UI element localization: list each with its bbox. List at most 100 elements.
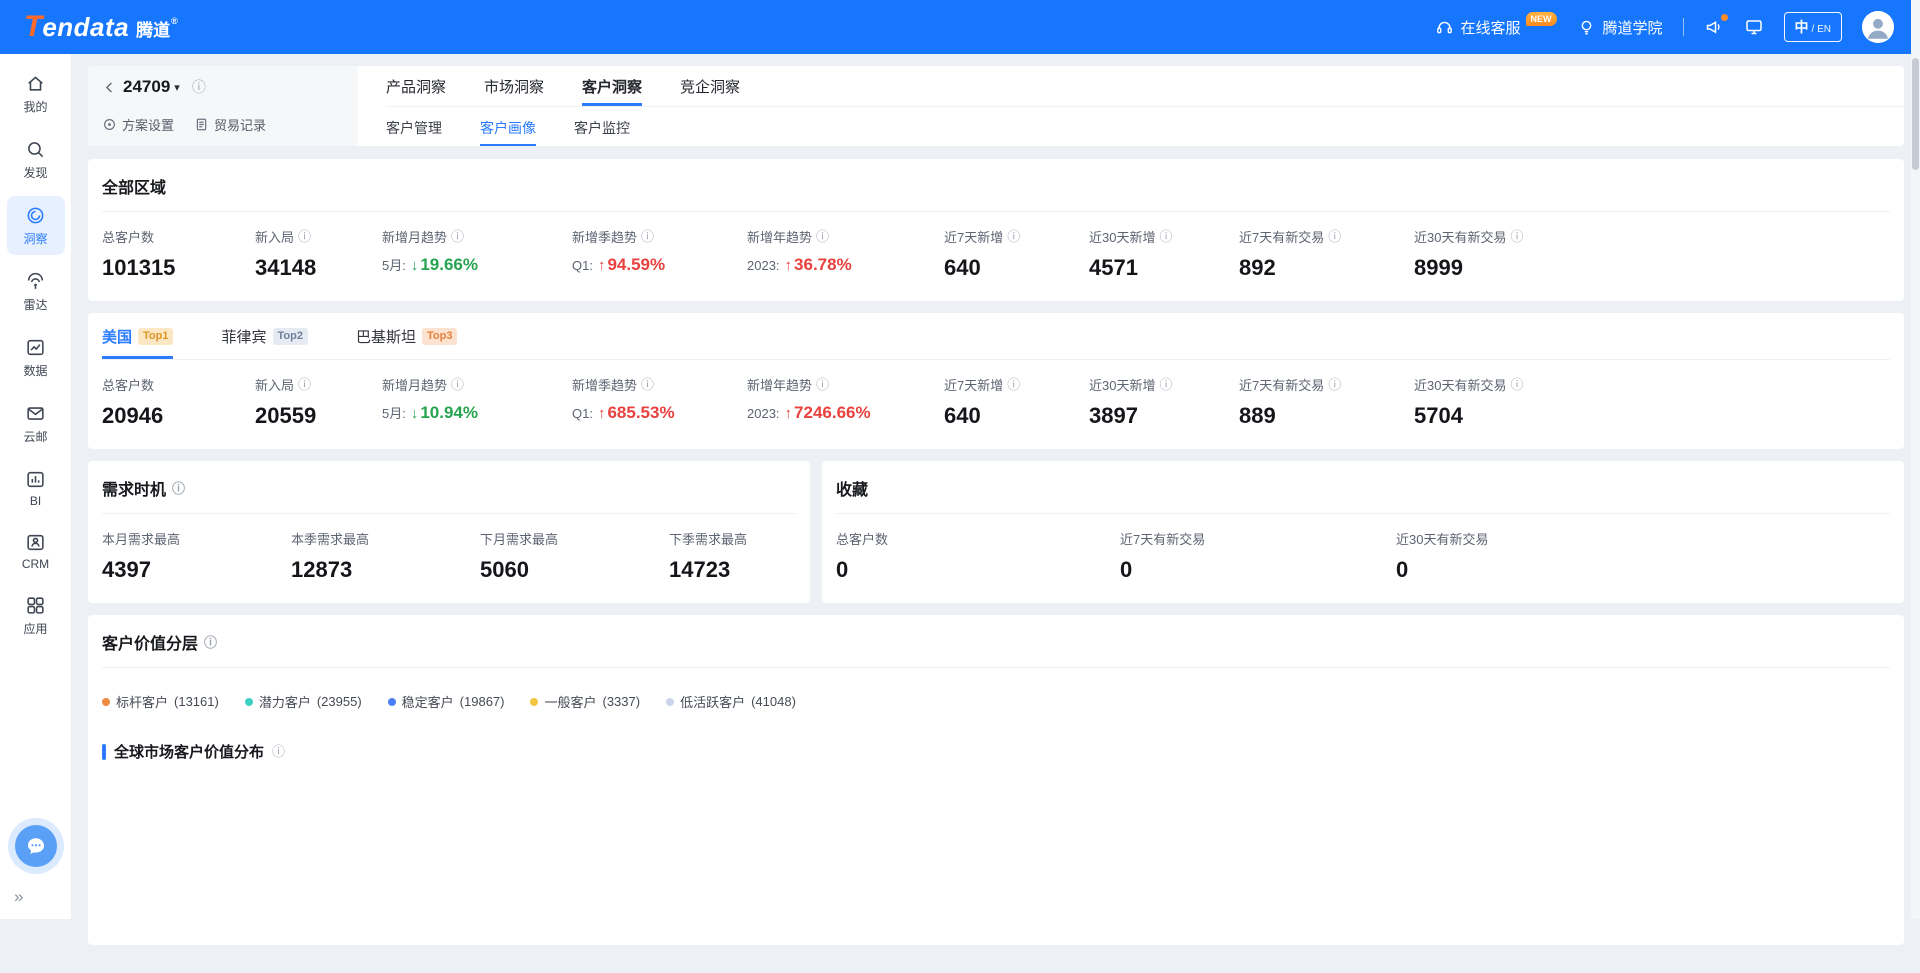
info-icon[interactable]: ⓘ <box>641 230 654 243</box>
legend-low-activity-customers[interactable]: 低活跃客户(41048) <box>666 692 796 711</box>
legend-general-customers[interactable]: 一般客户(3337) <box>530 692 640 711</box>
stat-new-7days: 近7天新增ⓘ 640 <box>944 375 1089 429</box>
stat-trades-30days: 近30天有新交易ⓘ 5704 <box>1414 375 1890 429</box>
info-icon[interactable]: ⓘ <box>1007 230 1020 243</box>
sidebar-item-apps[interactable]: 应用 <box>7 586 65 645</box>
stat-quarterly-trend: 新增季趋势ⓘ Q1:↑94.59% <box>572 227 747 281</box>
tab-customer-insight[interactable]: 客户洞察 <box>582 66 642 106</box>
stat-month-peak: 本月需求最高 4397 <box>102 529 291 583</box>
subtab-customer-monitoring[interactable]: 客户监控 <box>574 107 630 146</box>
logo-cn: 腾道® <box>136 16 178 41</box>
value-tiers-title: 客户价值分层ⓘ <box>102 615 1890 668</box>
scrollbar-track[interactable] <box>1911 0 1920 919</box>
lang-zh: 中 <box>1795 17 1809 37</box>
back-chevron-icon[interactable] <box>102 80 117 95</box>
sidebar-item-insight[interactable]: 洞察 <box>7 196 65 255</box>
subtab-customer-profile[interactable]: 客户画像 <box>480 107 536 146</box>
country-tab-pakistan[interactable]: 巴基斯坦Top3 <box>356 313 457 359</box>
online-service-label: 在线客服 <box>1461 17 1521 38</box>
stat-new-entrants: 新入局ⓘ 20559 <box>255 375 382 429</box>
info-icon[interactable]: ⓘ <box>192 80 206 94</box>
notification-icon[interactable] <box>1704 17 1724 37</box>
info-icon[interactable]: ⓘ <box>1328 378 1341 391</box>
legend-benchmark-customers[interactable]: 标杆客户(13161) <box>102 692 219 711</box>
top2-badge: Top2 <box>273 328 308 345</box>
avatar[interactable] <box>1862 11 1894 43</box>
sidebar-item-bi[interactable]: BI <box>7 460 65 516</box>
scrollbar-thumb[interactable] <box>1912 58 1919 170</box>
stat-fav-trades-7days: 近7天有新交易 0 <box>1120 529 1396 583</box>
sidebar-item-crm[interactable]: CRM <box>7 523 65 579</box>
info-icon[interactable]: ⓘ <box>298 378 311 391</box>
country-tab-philippines[interactable]: 菲律宾Top2 <box>221 313 307 359</box>
favorites-stats: 总客户数 0 近7天有新交易 0 近30天有新交易 0 <box>836 514 1890 603</box>
lang-en: / EN <box>1812 24 1831 35</box>
chevron-down-icon: ▾ <box>174 81 180 94</box>
legend-potential-customers[interactable]: 潜力客户(23955) <box>245 692 362 711</box>
tendata-logo[interactable]: Tendata 腾道® <box>24 10 178 44</box>
info-icon[interactable]: ⓘ <box>1328 230 1341 243</box>
info-icon[interactable]: ⓘ <box>298 230 311 243</box>
info-icon[interactable]: ⓘ <box>1510 230 1523 243</box>
all-region-title: 全部区域 <box>102 159 1890 212</box>
new-badge: NEW <box>1526 12 1557 26</box>
stat-new-7days: 近7天新增ⓘ 640 <box>944 227 1089 281</box>
page-header: 24709 ▾ ⓘ 方案设置 贸易记录 产品洞察 市场洞察 客户洞 <box>88 66 1904 146</box>
arrow-down-icon: ↓ <box>411 405 419 422</box>
info-icon[interactable]: ⓘ <box>816 230 829 243</box>
info-icon[interactable]: ⓘ <box>204 636 217 649</box>
info-icon[interactable]: ⓘ <box>451 378 464 391</box>
all-region-stats: 总客户数 101315 新入局ⓘ 34148 新增月趋势ⓘ 5月:↓19.66%… <box>102 212 1890 301</box>
sidebar-item-mine[interactable]: 我的 <box>7 64 65 123</box>
academy-link[interactable]: 腾道学院 <box>1577 17 1663 38</box>
chat-fab-button[interactable] <box>15 825 57 867</box>
monitor-icon[interactable] <box>1744 17 1764 37</box>
country-card: 美国Top1 菲律宾Top2 巴基斯坦Top3 总客户数 20946 新入局ⓘ … <box>88 313 1904 449</box>
insight-icon <box>25 205 46 226</box>
top3-badge: Top3 <box>422 328 457 345</box>
info-icon[interactable]: ⓘ <box>272 745 285 758</box>
info-icon[interactable]: ⓘ <box>641 378 654 391</box>
info-icon[interactable]: ⓘ <box>1159 230 1172 243</box>
legend-stable-customers[interactable]: 稳定客户(19867) <box>388 692 505 711</box>
info-icon[interactable]: ⓘ <box>1510 378 1523 391</box>
info-icon[interactable]: ⓘ <box>451 230 464 243</box>
info-icon[interactable]: ⓘ <box>172 482 185 495</box>
info-icon[interactable]: ⓘ <box>1159 378 1172 391</box>
plan-selector[interactable]: 24709 ▾ <box>123 77 180 97</box>
country-stats: 总客户数 20946 新入局ⓘ 20559 新增月趋势ⓘ 5月:↓10.94% … <box>102 360 1890 449</box>
insight-tabs: 产品洞察 市场洞察 客户洞察 竞企洞察 客户管理 客户画像 客户监控 <box>358 66 1904 146</box>
plan-settings-link[interactable]: 方案设置 <box>102 115 174 134</box>
stat-trades-30days: 近30天有新交易ⓘ 8999 <box>1414 227 1890 281</box>
sidebar-item-data[interactable]: 数据 <box>7 328 65 387</box>
tab-competitor-insight[interactable]: 竞企洞察 <box>680 66 740 106</box>
plan-id: 24709 <box>123 77 170 97</box>
language-toggle[interactable]: 中 / EN <box>1784 12 1842 42</box>
sidebar-item-cloudmail[interactable]: 云邮 <box>7 394 65 453</box>
subtab-customer-management[interactable]: 客户管理 <box>386 107 442 146</box>
country-tab-usa[interactable]: 美国Top1 <box>102 313 173 359</box>
stat-new-30days: 近30天新增ⓘ 4571 <box>1089 227 1239 281</box>
academy-label: 腾道学院 <box>1603 17 1663 38</box>
tab-market-insight[interactable]: 市场洞察 <box>484 66 544 106</box>
stat-yearly-trend: 新增年趋势ⓘ 2023:↑36.78% <box>747 227 944 281</box>
sidebar-collapse-toggle[interactable]: » <box>14 887 23 907</box>
sidebar-item-radar[interactable]: 雷达 <box>7 262 65 321</box>
stat-next-quarter-peak: 下季需求最高 14723 <box>669 529 796 583</box>
stat-next-month-peak: 下月需求最高 5060 <box>480 529 669 583</box>
headset-icon <box>1435 18 1454 37</box>
online-service-link[interactable]: 在线客服 NEW <box>1435 17 1557 38</box>
legend-dot <box>388 698 396 706</box>
arrow-up-icon: ↑ <box>598 405 606 422</box>
info-icon[interactable]: ⓘ <box>1007 378 1020 391</box>
tab-product-insight[interactable]: 产品洞察 <box>386 66 446 106</box>
info-icon[interactable]: ⓘ <box>816 378 829 391</box>
legend-dot <box>245 698 253 706</box>
crm-icon <box>25 532 46 553</box>
sidebar-item-discover[interactable]: 发现 <box>7 130 65 189</box>
stat-new-30days: 近30天新增ⓘ 3897 <box>1089 375 1239 429</box>
stat-fav-trades-30days: 近30天有新交易 0 <box>1396 529 1890 583</box>
value-tiers-card: 客户价值分层ⓘ 标杆客户(13161) 潜力客户(23955) 稳定客户(198… <box>88 615 1904 945</box>
trade-records-link[interactable]: 贸易记录 <box>194 115 266 134</box>
document-icon <box>194 117 209 132</box>
